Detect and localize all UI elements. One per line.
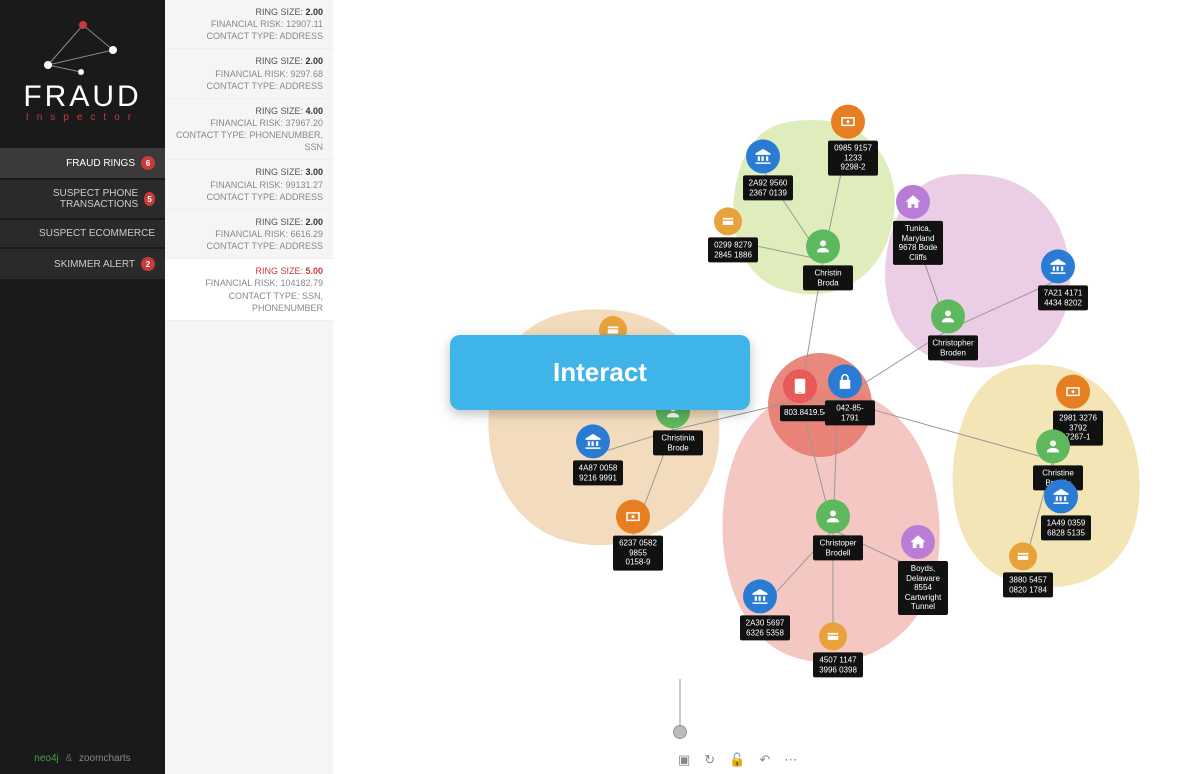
money-icon [839, 113, 857, 131]
nav-label: FRAUD RINGS [66, 158, 135, 169]
node-loan[interactable]: 6237 0582 98550158-9 [613, 500, 653, 571]
ring-list-item[interactable]: RING SIZE: 3.00FINANCIAL RISK: 99131.27C… [165, 160, 333, 209]
node-card[interactable]: 0299 82792845 1886 [708, 207, 748, 262]
neo4j-logo: neo4j [34, 753, 58, 764]
node-label: 0299 82792845 1886 [708, 237, 758, 262]
bank-icon [1049, 257, 1067, 275]
node-label: 4507 11473996 0398 [813, 652, 863, 677]
badge: 6 [141, 156, 155, 170]
ring-list-item[interactable]: RING SIZE: 4.00FINANCIAL RISK: 37967.20C… [165, 99, 333, 161]
nav-suspect-phone[interactable]: SUSPECT PHONE TRANSACTIONS 5 [0, 180, 165, 218]
nav-suspect-ecommerce[interactable]: SUSPECT ECOMMERCE [0, 220, 165, 247]
camera-icon[interactable]: ▣ [678, 752, 690, 768]
badge: 5 [144, 192, 155, 206]
node-bank[interactable]: 7A21 41714434 8202 [1038, 249, 1078, 310]
person-icon [814, 237, 832, 255]
nav-fraud-rings[interactable]: FRAUD RINGS 6 [0, 148, 165, 178]
app-title: FRAUD [10, 83, 155, 110]
zoomcharts-logo: zoomcharts [79, 753, 131, 764]
ring-list-item[interactable]: RING SIZE: 2.00FINANCIAL RISK: 12907.11C… [165, 0, 333, 49]
node-label: Tunica, Maryland9678 Bode Cliffs [893, 221, 943, 265]
footer-credits: neo4j & zoomcharts [0, 753, 165, 764]
lock-icon[interactable]: 🔓 [729, 752, 745, 768]
logo: FRAUD Inspector [0, 0, 165, 148]
node-label: ChristoperBrodell [813, 535, 863, 560]
node-bank[interactable]: 1A49 03596828 5135 [1041, 479, 1081, 540]
node-label: 7A21 41714434 8202 [1038, 285, 1088, 310]
node-person-christin[interactable]: ChristinBroda [803, 229, 843, 290]
zoom-thumb[interactable] [673, 725, 687, 739]
money-icon [624, 508, 642, 526]
home-icon [904, 193, 922, 211]
nav-label: SUSPECT PHONE TRANSACTIONS [10, 188, 138, 210]
card-icon [1016, 549, 1030, 563]
ring-list-item[interactable]: RING SIZE: 2.00FINANCIAL RISK: 9297.68CO… [165, 49, 333, 98]
node-phone[interactable]: 803.8419.5462.1 [780, 369, 820, 421]
node-label: 1A49 03596828 5135 [1041, 515, 1091, 540]
refresh-icon[interactable]: ↻ [704, 752, 715, 768]
node-label: Boyds, Delaware8554 CartwrightTunnel [898, 561, 948, 615]
toolbar: ▣ ↻ 🔓 ↶ ⋯ [666, 746, 1200, 774]
bank-icon [751, 587, 769, 605]
nav-skimmer-alert[interactable]: SKIMMER ALERT 2 [0, 249, 165, 279]
sidebar: FRAUD Inspector FRAUD RINGS 6 SUSPECT PH… [0, 0, 165, 774]
node-label: ChristopherBroden [928, 335, 978, 360]
ring-list: RING SIZE: 2.00FINANCIAL RISK: 12907.11C… [165, 0, 333, 774]
ampersand: & [66, 753, 73, 764]
zoom-slider[interactable] [673, 679, 687, 739]
bank-icon [1052, 487, 1070, 505]
node-label: 2A30 56976326 5358 [740, 615, 790, 640]
person-icon [939, 307, 957, 325]
node-label: ChristinBroda [803, 265, 853, 290]
node-bank[interactable]: 2A92 95602367 0139 [743, 139, 783, 200]
node-loan[interactable]: 0985 9157 12339298-2 [828, 105, 868, 176]
node-label: 4A87 00589216 9991 [573, 460, 623, 485]
node-label: 2A92 95602367 0139 [743, 175, 793, 200]
node-bank[interactable]: 2A30 56976326 5358 [740, 579, 780, 640]
nav-label: SUSPECT ECOMMERCE [39, 228, 155, 239]
app-subtitle: Inspector [10, 112, 155, 123]
interact-button[interactable]: Interact [450, 335, 750, 410]
node-label: 803.8419.5462.1 [780, 405, 830, 421]
home-icon [909, 533, 927, 551]
badge: 2 [141, 257, 155, 271]
node-label: ChristiniaBrode [653, 430, 703, 455]
node-person-christopher[interactable]: ChristopherBroden [928, 299, 968, 360]
node-label: 0985 9157 12339298-2 [828, 141, 878, 176]
bank-icon [584, 432, 602, 450]
node-bank[interactable]: 4A87 00589216 9991 [573, 424, 613, 485]
node-label: 3880 54570820 1784 [1003, 572, 1053, 597]
node-address-tunica[interactable]: Tunica, Maryland9678 Bode Cliffs [893, 185, 933, 265]
undo-icon[interactable]: ↶ [759, 752, 770, 768]
money-icon [1064, 383, 1082, 401]
ring-list-item[interactable]: RING SIZE: 5.00FINANCIAL RISK: 104182.79… [165, 259, 333, 321]
node-card[interactable]: 3880 54570820 1784 [1003, 542, 1043, 597]
bank-icon [754, 147, 772, 165]
node-label: 6237 0582 98550158-9 [613, 536, 663, 571]
node-address-boyds[interactable]: Boyds, Delaware8554 CartwrightTunnel [898, 525, 938, 615]
nav-label: SKIMMER ALERT [54, 259, 135, 270]
card-icon [826, 629, 840, 643]
person-icon [1044, 437, 1062, 455]
ellipsis-icon[interactable]: ⋯ [784, 752, 797, 768]
ring-list-item[interactable]: RING SIZE: 2.00FINANCIAL RISK: 6616.29CO… [165, 210, 333, 259]
node-ssn[interactable]: 042-85-1791 [825, 364, 865, 425]
node-label: 042-85-1791 [825, 400, 875, 425]
person-icon [824, 507, 842, 525]
card-icon [721, 214, 735, 228]
phone-icon [791, 377, 809, 395]
node-card[interactable]: 4507 11473996 0398 [813, 622, 853, 677]
lock-icon [836, 372, 854, 390]
node-person-christoper[interactable]: ChristoperBrodell [813, 499, 853, 560]
